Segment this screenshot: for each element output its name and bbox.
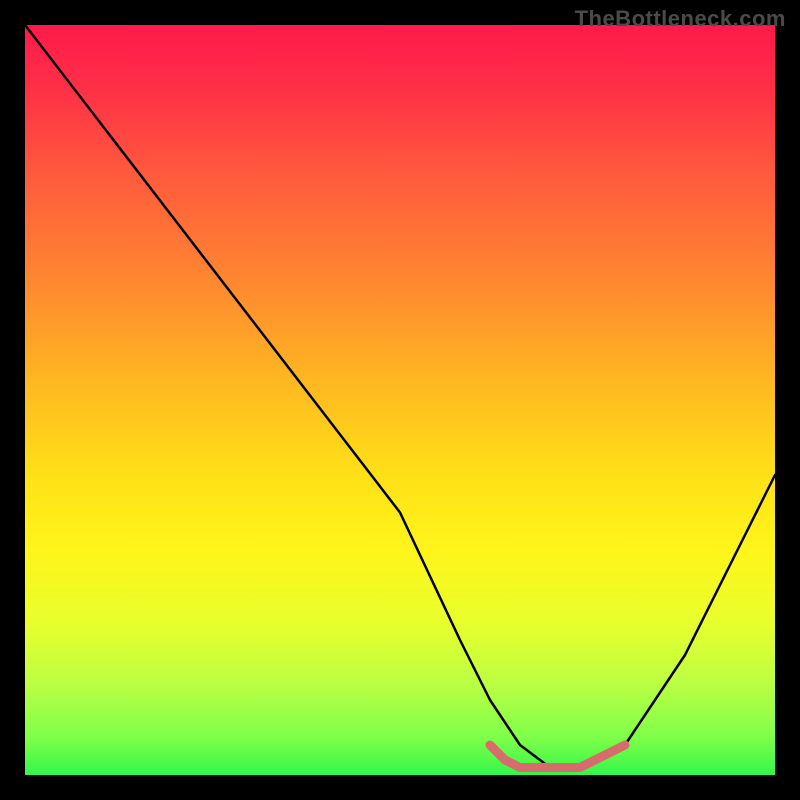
chart-stage: TheBottleneck.com [0, 0, 800, 800]
watermark: TheBottleneck.com [575, 6, 786, 32]
plot-area [25, 25, 775, 775]
bottleneck-curve [25, 25, 775, 768]
sweet-spot-highlight [490, 745, 625, 768]
curve-layer [25, 25, 775, 775]
